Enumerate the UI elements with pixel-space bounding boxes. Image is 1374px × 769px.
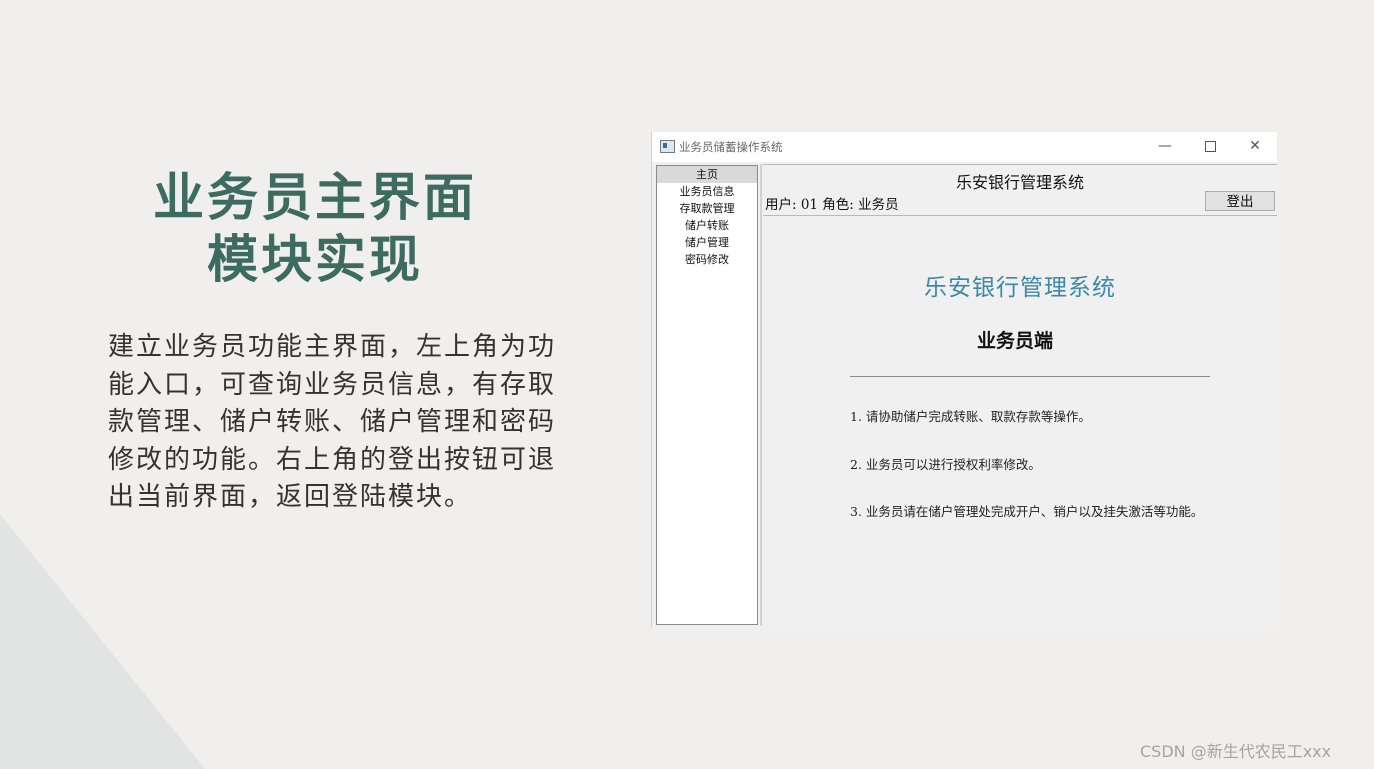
watermark: CSDN @新生代农民工xxx bbox=[1140, 742, 1332, 761]
home-content: 乐安银行管理系统 业务员端 1. 请协助储户完成转账、取款存款等操作。 2. 业… bbox=[763, 216, 1277, 627]
header-bar: 乐安银行管理系统 用户: 01 角色: 业务员 登出 bbox=[763, 164, 1277, 216]
logout-button[interactable]: 登出 bbox=[1205, 191, 1275, 211]
slide-title: 业务员主界面 模块实现 bbox=[110, 168, 520, 292]
description-line: 款管理、储户转账、储户管理和密码 bbox=[108, 407, 557, 437]
window-title: 业务员储蓄操作系统 bbox=[679, 140, 783, 154]
slide-title-line: 模块实现 bbox=[206, 231, 423, 290]
subtitle: 业务员端 bbox=[976, 330, 1053, 352]
nav-list[interactable]: 主页 业务员信息 存取款管理 储户转账 储户管理 密码修改 bbox=[656, 165, 758, 625]
minimize-button[interactable]: — bbox=[1152, 135, 1178, 157]
user-info: 用户: 01 角色: 业务员 bbox=[765, 197, 899, 213]
description-line: 修改的功能。右上角的登出按钮可退 bbox=[108, 444, 557, 475]
close-button[interactable]: ✕ bbox=[1242, 135, 1268, 157]
background-triangle bbox=[0, 514, 205, 769]
app-window: 业务员储蓄操作系统 — ✕ 主页 业务员信息 存取款管理 储户转账 储户管理 密… bbox=[651, 132, 1277, 627]
slide-description: 建立业务员功能主界面，左上角为功 能入口，可查询业务员信息，有存取 款管理、储户… bbox=[108, 329, 578, 517]
maximize-button[interactable] bbox=[1197, 135, 1223, 157]
window-titlebar[interactable]: 业务员储蓄操作系统 — ✕ bbox=[652, 132, 1277, 162]
slide-title-line: 业务员主界面 bbox=[152, 169, 477, 228]
note-item: 3. 业务员请在储户管理处完成开户、销户以及挂失激活等功能。 bbox=[850, 504, 1204, 519]
description-line: 出当前界面，返回登陆模块。 bbox=[108, 482, 473, 512]
app-icon bbox=[660, 140, 675, 153]
description-line: 建立业务员功能主界面，左上角为功 bbox=[108, 332, 557, 362]
nav-item-transfer[interactable]: 储户转账 bbox=[657, 217, 757, 234]
divider bbox=[850, 376, 1210, 377]
header-title: 乐安银行管理系统 bbox=[955, 173, 1084, 192]
nav-item-deposit-withdraw[interactable]: 存取款管理 bbox=[657, 200, 757, 217]
window-client-area: 主页 业务员信息 存取款管理 储户转账 储户管理 密码修改 乐安银行管理系统 用… bbox=[652, 162, 1277, 627]
description-line: 能入口，可查询业务员信息，有存取 bbox=[108, 369, 557, 400]
maximize-icon bbox=[1204, 140, 1216, 152]
nav-item-home[interactable]: 主页 bbox=[657, 166, 757, 183]
nav-item-change-password[interactable]: 密码修改 bbox=[657, 251, 757, 268]
splitter[interactable] bbox=[760, 164, 762, 626]
system-name: 乐安银行管理系统 bbox=[924, 275, 1116, 301]
note-item: 1. 请协助储户完成转账、取款存款等操作。 bbox=[850, 409, 1091, 424]
nav-item-clerk-info[interactable]: 业务员信息 bbox=[657, 183, 757, 200]
note-item: 2. 业务员可以进行授权利率修改。 bbox=[850, 457, 1041, 472]
main-panel: 乐安银行管理系统 用户: 01 角色: 业务员 登出 乐安银行管理系统 业务员端… bbox=[763, 164, 1277, 627]
nav-item-customer-management[interactable]: 储户管理 bbox=[657, 234, 757, 251]
